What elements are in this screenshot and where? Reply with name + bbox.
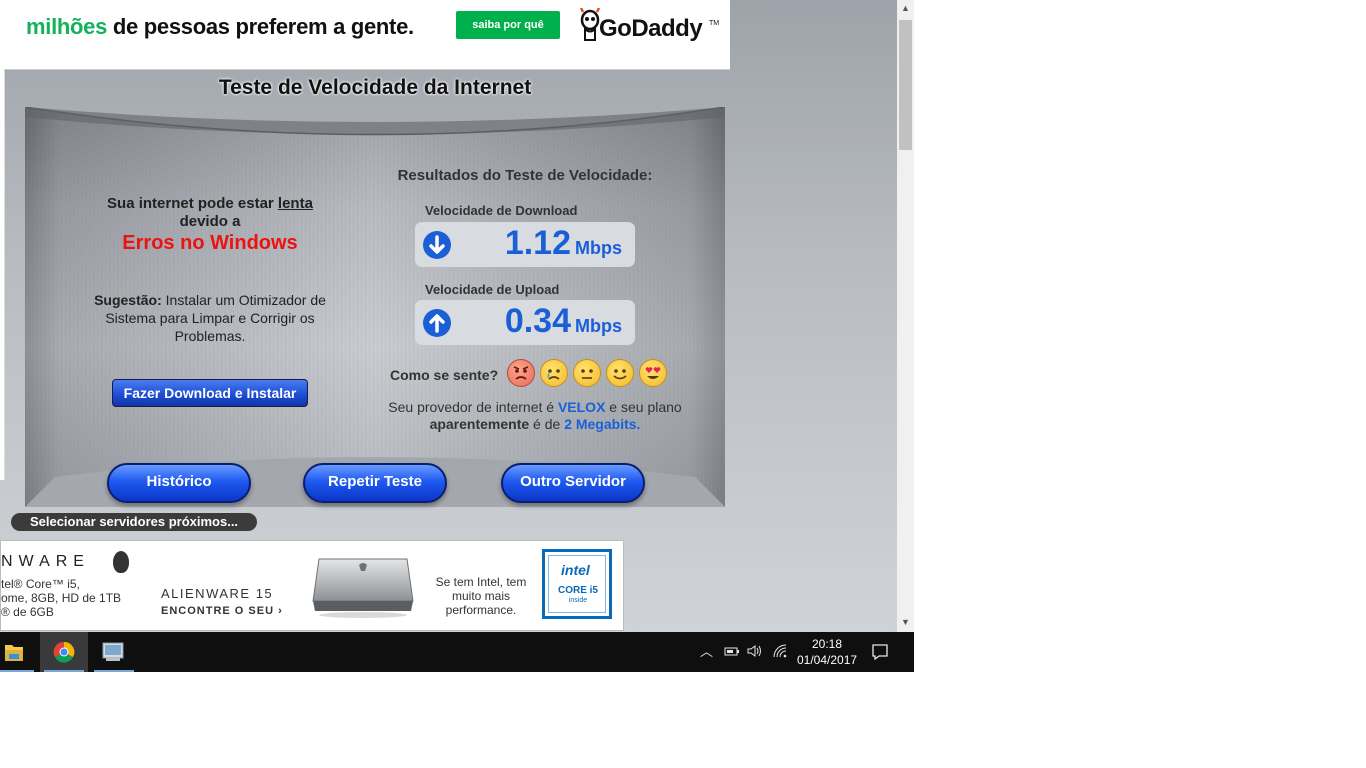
upload-speed-box: 0.34 Mbps	[415, 300, 635, 345]
godaddy-logo-text: GoDaddy	[599, 15, 703, 42]
upload-speed-value: 0.34	[504, 302, 571, 340]
ad-specs: tel® Core™ i5, ome, 8GB, HD de 1TB ® de …	[1, 577, 121, 619]
download-speed-value: 1.12	[504, 224, 571, 262]
download-install-button[interactable]: Fazer Download e Instalar	[112, 379, 308, 407]
page-title: Teste de Velocidade da Internet	[218, 76, 532, 99]
intel-inside-text: inside	[568, 597, 588, 604]
ad-brand-text: NWARE	[1, 553, 90, 570]
godaddy-ad-banner[interactable]: milhões de pessoas preferem a gente. sai…	[4, 0, 730, 70]
suggestion-label: Sugestão:	[94, 292, 162, 308]
ad-headline: milhões de pessoas preferem a gente.	[26, 14, 414, 40]
speed-test-panel: Sua internet pode estar lenta devido a E…	[25, 107, 725, 507]
alien-head-icon	[113, 551, 129, 573]
screen: milhões de pessoas preferem a gente. sai…	[0, 0, 914, 672]
warning-reason: Erros no Windows	[122, 232, 298, 254]
active-indicator	[94, 670, 134, 672]
other-server-button[interactable]: Outro Servidor	[501, 463, 645, 503]
provider-text-3: é de	[529, 416, 565, 432]
provider-text-2: e seu plano	[605, 399, 682, 415]
page-left-edge	[0, 0, 5, 480]
wifi-icon[interactable]	[772, 644, 788, 662]
history-button[interactable]: Histórico	[107, 463, 251, 503]
ad-model-name: ALIENWARE 15	[161, 586, 274, 601]
taskbar-app-window[interactable]	[90, 632, 138, 672]
suggestion-text: Sugestão: Instalar um Otimizador de Sist…	[85, 291, 335, 345]
browser-page: milhões de pessoas preferem a gente. sai…	[0, 0, 897, 632]
active-indicator	[44, 670, 84, 672]
upload-speed-unit: Mbps	[575, 316, 622, 336]
smile-face-icon[interactable]	[606, 359, 634, 387]
folder-icon	[5, 645, 23, 661]
arrow-up-icon	[423, 309, 451, 337]
results-title: Resultados do Teste de Velocidade:	[397, 167, 653, 184]
download-speed-box: 1.12 Mbps	[415, 222, 635, 267]
taskbar-clock[interactable]: 20:18 01/04/2017	[797, 636, 857, 668]
repeat-test-button[interactable]: Repetir Teste	[303, 463, 447, 503]
warning-cause-label: devido a	[179, 213, 241, 230]
notification-center-icon[interactable]	[870, 642, 890, 662]
clock-date: 01/04/2017	[797, 653, 858, 667]
speaker-icon[interactable]	[746, 644, 764, 662]
feeling-label: Como se sente?	[390, 367, 499, 383]
scrollbar-thumb[interactable]	[899, 20, 912, 150]
clock-time: 20:18	[811, 637, 843, 651]
warning-slow-word: lenta	[277, 195, 313, 212]
upload-speed-label: Velocidade de Upload	[425, 282, 560, 297]
taskbar-file-explorer[interactable]	[0, 632, 38, 672]
chevron-up-icon[interactable]: ︿	[700, 644, 713, 660]
arrow-down-icon	[423, 231, 451, 259]
provider-text: Seu provedor de internet é	[388, 399, 558, 415]
godaddy-trademark: TM	[709, 20, 720, 27]
active-indicator	[0, 670, 34, 672]
intel-core-text: CORE i5	[557, 585, 598, 596]
neutral-face-icon[interactable]	[573, 359, 601, 387]
ad-cta-button[interactable]: saiba por quê	[456, 11, 560, 39]
intel-core-i5-badge: intel CORE i5 inside	[542, 549, 612, 619]
intel-badge-frame: intel CORE i5 inside	[548, 555, 606, 613]
ad-spec-line: ® de 6GB	[1, 605, 54, 619]
ad-spec-line: tel® Core™ i5,	[1, 577, 80, 591]
godaddy-logo[interactable]: GoDaddy TM	[577, 6, 720, 46]
ad-headline-highlight: milhões	[26, 14, 108, 39]
godaddy-mascot-icon	[579, 8, 601, 41]
ad-spec-line: ome, 8GB, HD de 1TB	[1, 591, 122, 605]
provider-plan: 2 Megabits.	[564, 416, 641, 432]
vertical-scrollbar[interactable]: ▲ ▼	[897, 0, 914, 632]
taskbar-chrome[interactable]	[40, 632, 88, 672]
scroll-up-arrow-icon[interactable]: ▲	[897, 0, 914, 17]
warning-text: Sua internet pode estar	[107, 195, 278, 212]
ad-headline-text: de pessoas preferem a gente.	[107, 14, 414, 39]
provider-text-bold: aparentemente	[429, 416, 530, 432]
download-speed-unit: Mbps	[575, 238, 622, 258]
taskbar: ︿ 20:18 01/04/2017	[0, 632, 914, 672]
ad-cta-link[interactable]: ENCONTRE O SEU ›	[161, 605, 283, 617]
provider-info: Seu provedor de internet é VELOX e seu p…	[375, 399, 695, 433]
crying-face-icon[interactable]	[540, 359, 568, 387]
heart-eyes-face-icon[interactable]	[639, 359, 667, 387]
select-nearby-servers-button[interactable]: Selecionar servidores próximos...	[11, 513, 257, 531]
laptop-image	[312, 558, 414, 618]
provider-name: VELOX	[557, 399, 606, 415]
angry-face-icon[interactable]	[507, 359, 535, 387]
alienware-ad-banner[interactable]: NWARE tel® Core™ i5, ome, 8GB, HD de 1TB…	[0, 540, 624, 631]
ad-tagline: Se tem Intel, tem muito mais performance…	[435, 575, 527, 617]
app-window-icon	[102, 642, 124, 661]
intel-logo-text: intel	[561, 562, 590, 578]
download-speed-label: Velocidade de Download	[425, 203, 578, 218]
chrome-icon	[53, 641, 75, 663]
scroll-down-arrow-icon[interactable]: ▼	[897, 614, 914, 631]
slow-internet-warning: Sua internet pode estar lenta devido a	[95, 195, 325, 231]
battery-plug-icon[interactable]	[724, 644, 740, 662]
